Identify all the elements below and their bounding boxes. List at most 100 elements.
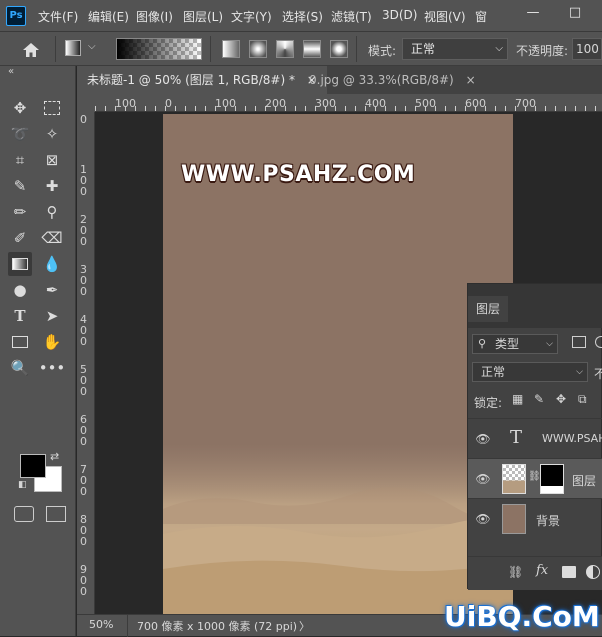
tab-untitled-1[interactable]: 未标题-1 @ 50% (图层 1, RGB/8#) * × xyxy=(77,66,327,94)
tab-0-jpg[interactable]: 0.jpg @ 33.3%(RGB/8#) × xyxy=(299,66,486,94)
lock-artboard-icon[interactable]: ⧉ xyxy=(578,392,587,407)
menu-bar: Ps 文件(F) 编辑(E) 图像(I) 图层(L) 文字(Y) 选择(S) 滤… xyxy=(0,0,602,32)
zoom-tool-icon[interactable]: 🔍 xyxy=(8,356,32,380)
menu-select[interactable]: 选择(S) xyxy=(282,8,323,25)
screen-mode-icon[interactable] xyxy=(46,506,66,522)
tab-layers[interactable]: 图层 xyxy=(468,296,508,322)
stamp-tool-icon[interactable]: ⚲ xyxy=(40,200,64,224)
add-mask-icon[interactable] xyxy=(562,566,576,578)
zoom-level[interactable]: 50% xyxy=(89,618,113,631)
diamond-gradient-button[interactable] xyxy=(330,40,348,58)
frame-tool-icon[interactable]: ⊠ xyxy=(40,148,64,172)
status-menu-arrow-icon[interactable]: 〉 xyxy=(299,618,310,634)
reflected-gradient-button[interactable] xyxy=(303,40,321,58)
eyedropper-tool-icon[interactable]: ✎ xyxy=(8,174,32,198)
ruler-tick-label: 8 0 0 xyxy=(80,513,87,548)
ruler-tick-label: 4 0 0 xyxy=(80,313,87,348)
path-selection-tool-icon[interactable]: ➤ xyxy=(40,304,64,328)
ruler-tick-label: 2 0 0 xyxy=(80,213,87,248)
chevron-down-icon[interactable]: ⌵ xyxy=(88,41,96,52)
home-icon[interactable] xyxy=(20,40,42,60)
gradient-tool-icon[interactable] xyxy=(65,40,81,56)
filter-kind-value: 类型 xyxy=(495,337,520,351)
lock-position-icon[interactable]: ✥ xyxy=(556,392,566,406)
eraser-tool-icon[interactable]: ⌫ xyxy=(40,226,64,250)
document-tabs: 未标题-1 @ 50% (图层 1, RGB/8#) * × 0.jpg @ 3… xyxy=(77,66,602,94)
menu-file[interactable]: 文件(F) xyxy=(38,8,78,25)
ruler-tick-label: 3 0 0 xyxy=(80,263,87,298)
menu-layer[interactable]: 图层(L) xyxy=(183,8,223,25)
crop-tool-icon[interactable]: ⌗ xyxy=(8,148,32,172)
minimize-button[interactable]: — xyxy=(520,2,546,24)
brush-tool-icon[interactable]: ✏ xyxy=(8,200,32,224)
rectangle-tool-icon[interactable] xyxy=(8,330,32,354)
link-icon[interactable]: ⛓ xyxy=(528,471,541,482)
document-info: 700 像素 x 1000 像素 (72 ppi) xyxy=(137,620,298,633)
mode-label: 模式: xyxy=(368,44,397,58)
angle-gradient-button[interactable] xyxy=(276,40,294,58)
foreground-color-swatch[interactable] xyxy=(20,454,46,478)
layer-name[interactable]: 图层 xyxy=(572,472,596,489)
opacity-input[interactable]: 100 xyxy=(572,38,602,60)
layer-row[interactable]: 👁 T WWW.PSAH xyxy=(468,418,602,458)
lasso-tool-icon[interactable]: ➰ xyxy=(8,122,32,146)
ruler-tick-label: 0 xyxy=(80,113,87,126)
pen-tool-icon[interactable]: ✒ xyxy=(40,278,64,302)
photoshop-logo-icon: Ps xyxy=(6,6,26,26)
visibility-eye-icon[interactable]: 👁 xyxy=(474,472,492,486)
link-layers-icon[interactable]: ⛓ xyxy=(508,565,523,579)
magic-wand-tool-icon[interactable]: ✧ xyxy=(40,122,64,146)
hand-tool-icon[interactable]: ✋ xyxy=(40,330,64,354)
move-tool-icon[interactable]: ✥ xyxy=(8,96,32,120)
swap-colors-icon[interactable]: ⇄ xyxy=(50,450,59,463)
adjustment-filter-icon[interactable] xyxy=(595,336,602,348)
maximize-button[interactable]: □ xyxy=(562,2,588,24)
menu-window[interactable]: 窗 xyxy=(475,8,487,25)
menu-3d[interactable]: 3D(D) xyxy=(382,8,417,22)
layer-row[interactable]: 👁 背景 xyxy=(468,498,602,538)
linear-gradient-button[interactable] xyxy=(222,40,240,58)
lock-transparent-icon[interactable]: ▦ xyxy=(512,392,523,406)
gradient-dropdown-icon[interactable]: ⌵ xyxy=(189,41,197,52)
layer-mask-thumbnail[interactable] xyxy=(540,464,564,494)
blend-mode-select[interactable]: 正常 ⌵ xyxy=(472,362,588,382)
mode-select[interactable]: 正常 ⌵ xyxy=(402,38,508,60)
collapse-icon[interactable]: « xyxy=(8,66,14,77)
document-canvas[interactable]: WWW.PSAHZ.COM xyxy=(163,114,513,614)
separator xyxy=(210,36,211,62)
healing-brush-tool-icon[interactable]: ✚ xyxy=(40,174,64,198)
chevron-down-icon: ⌵ xyxy=(576,367,583,377)
mode-value: 正常 xyxy=(411,42,436,56)
layer-name[interactable]: WWW.PSAH xyxy=(542,432,602,445)
type-tool-icon[interactable]: T xyxy=(8,304,32,328)
menu-filter[interactable]: 滤镜(T) xyxy=(331,8,372,25)
text-layer-icon: T xyxy=(510,427,523,448)
image-filter-icon[interactable] xyxy=(572,336,586,348)
menu-view[interactable]: 视图(V) xyxy=(424,8,466,25)
menu-image[interactable]: 图像(I) xyxy=(136,8,173,25)
horizontal-ruler: 100 0 100 200 300 400 500 600 700 xyxy=(95,94,602,112)
dodge-tool-icon[interactable]: ● xyxy=(8,278,32,302)
close-icon[interactable]: × xyxy=(466,73,476,87)
default-colors-icon[interactable]: ◧ xyxy=(18,480,27,490)
menu-edit[interactable]: 编辑(E) xyxy=(88,8,129,25)
blur-tool-icon[interactable]: 💧 xyxy=(40,252,64,276)
layer-name[interactable]: 背景 xyxy=(536,512,560,529)
menu-type[interactable]: 文字(Y) xyxy=(231,8,272,25)
site-logo-text: UiBQ.CoM xyxy=(444,600,600,633)
lock-label: 锁定: xyxy=(474,396,503,410)
marquee-tool-icon[interactable] xyxy=(40,96,64,120)
separator xyxy=(55,36,56,62)
history-brush-tool-icon[interactable]: ✐ xyxy=(8,226,32,250)
radial-gradient-button[interactable] xyxy=(249,40,267,58)
visibility-eye-icon[interactable]: 👁 xyxy=(474,512,492,526)
quick-mask-icon[interactable] xyxy=(14,506,34,522)
layer-row-selected[interactable]: 👁 ⛓ 图层 xyxy=(468,458,602,498)
layer-filter-select[interactable]: ⚲ 类型 ⌵ xyxy=(472,334,558,354)
lock-image-icon[interactable]: ✎ xyxy=(534,392,544,406)
visibility-eye-icon[interactable]: 👁 xyxy=(474,432,492,446)
fx-icon[interactable]: fx xyxy=(536,563,548,578)
adjustment-layer-icon[interactable] xyxy=(586,565,600,579)
more-tools-icon[interactable]: ••• xyxy=(39,356,66,380)
gradient-tool-icon[interactable] xyxy=(8,252,32,276)
